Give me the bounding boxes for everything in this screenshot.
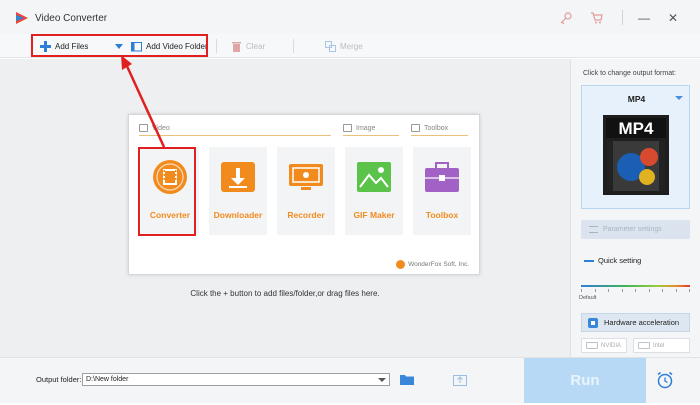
hardware-acceleration-label: Hardware acceleration [604,318,680,327]
mp4-format-icon: MP4 [603,115,669,195]
section-toolbox-line [411,135,468,136]
merge-icon [325,40,336,52]
output-folder-field[interactable]: D:\New folder [82,373,390,386]
quick-setting: Quick setting [584,256,641,265]
section-video-line [139,135,331,136]
sliders-icon [589,226,598,233]
title-bar: Video Converter — ✕ [0,0,700,34]
image-section-icon [343,124,352,132]
section-image-label: Image [356,124,376,132]
key-icon[interactable] [559,11,573,25]
gpu-nvidia-chip[interactable]: NVIDIA [581,338,627,353]
tile-toolbox[interactable]: Toolbox [413,147,471,235]
toolbox-section-icon [411,124,420,132]
wonderfox-logo-icon [396,260,406,269]
parameter-settings-button[interactable]: Parameter settings [581,220,690,239]
section-toolbox: Toolbox [411,124,448,132]
quality-slider-ticks [581,289,690,293]
quick-setting-label: Quick setting [598,256,642,265]
clear-label: Clear [246,41,266,51]
video-section-icon [139,124,148,132]
tile-downloader-label: Downloader [213,210,263,220]
output-format-hint: Click to change output format: [583,70,676,77]
run-button[interactable]: Run [524,358,646,403]
brand-footer: WonderFox Soft, Inc. [396,260,469,269]
gpu-intel-chip[interactable]: Intel [633,338,690,353]
hardware-acceleration-toggle[interactable]: Hardware acceleration [581,313,690,332]
toolbox-icon [425,162,459,192]
section-video: Video [139,124,170,132]
tile-downloader[interactable]: Downloader [209,147,267,235]
drop-hint: Click the + button to add files/folder,o… [190,289,380,298]
bottom-bar: Output folder: D:\New folder Run [0,357,700,403]
title-divider [622,10,623,25]
merge-label: Merge [340,41,363,51]
brand-text: WonderFox Soft, Inc. [408,261,469,268]
tile-gif-maker-label: GIF Maker [353,210,395,220]
converter-highlight [138,147,196,236]
output-folder-label: Output folder: [36,375,82,384]
format-dropdown-icon[interactable] [675,96,683,100]
intel-icon [638,342,650,349]
minimize-button[interactable]: — [636,10,652,26]
tile-recorder[interactable]: Recorder [277,147,335,235]
quick-setting-icon [584,259,594,262]
screen-record-icon [289,164,323,190]
trash-icon [232,41,241,52]
output-folder-value: D:\New folder [86,376,129,383]
open-folder-icon[interactable] [400,374,414,385]
section-toolbox-label: Toolbox [424,124,449,132]
download-icon [221,162,255,192]
output-panel: Click to change output format: MP4 MP4 P… [570,59,700,357]
tile-toolbox-label: Toolbox [425,210,459,220]
toolbar-divider [216,39,217,53]
alarm-clock-icon[interactable] [656,371,674,389]
gpu-nvidia-label: NVIDIA [601,342,622,349]
clear-button[interactable]: Clear [231,39,265,53]
export-folder-icon[interactable] [453,373,467,386]
app-window: Video Converter — ✕ Add Files Add Video … [0,0,700,405]
section-image-line [343,135,399,136]
toolbar-divider [293,39,294,53]
image-mountain-icon [357,162,391,192]
gpu-intel-label: Intel [653,342,665,349]
tile-gif-maker[interactable]: GIF Maker [345,147,403,235]
parameter-settings-label: Parameter settings [603,226,662,233]
quality-slider[interactable] [581,285,690,287]
output-format-selector[interactable]: MP4 MP4 [581,85,690,209]
nvidia-icon [586,342,598,349]
close-button[interactable]: ✕ [665,10,681,26]
hardware-acceleration-checkbox[interactable] [588,317,598,328]
window-title: Video Converter [35,13,108,24]
section-video-label: Video [152,124,170,132]
add-files-highlight [31,34,208,57]
output-folder-dropdown-icon[interactable] [378,378,386,382]
app-logo-icon [16,12,28,24]
tile-recorder-label: Recorder [287,210,325,220]
mp4-icon-text: MP4 [619,119,655,138]
section-image: Image [343,124,375,132]
merge-button[interactable]: Merge [325,39,363,53]
slider-default-label: Default [579,295,597,301]
cart-icon[interactable] [590,11,604,25]
